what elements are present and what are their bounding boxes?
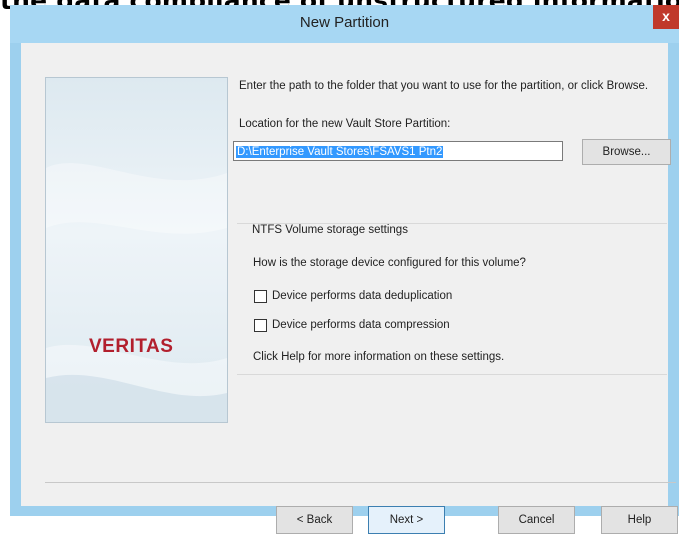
window-title: New Partition [299,14,390,31]
compression-checkbox[interactable] [254,318,267,332]
veritas-logo: VERITAS [89,336,174,357]
location-path-value: D:\Enterprise Vault Stores\FSAVS1 Ptn2 [236,146,444,158]
compression-label: Device performs data compression [272,319,450,331]
deduplication-checkbox[interactable] [254,289,267,303]
location-path-input[interactable]: D:\Enterprise Vault Stores\FSAVS1 Ptn2 [233,141,563,161]
storage-question: How is the storage device configured for… [253,257,526,269]
browse-button[interactable]: Browse... [582,139,671,165]
compression-option[interactable]: Device performs data compression [254,317,450,333]
close-button[interactable]: x [653,5,679,29]
help-note: Click Help for more information on these… [253,351,505,363]
location-label: Location for the new Vault Store Partiti… [239,118,451,130]
deduplication-option[interactable]: Device performs data deduplication [254,288,452,304]
intro-text: Enter the path to the folder that you wa… [239,80,649,92]
side-panel-graphic [46,163,227,422]
back-button[interactable]: < Back [276,506,353,534]
wizard-side-panel: VERITAS [45,77,228,423]
dialog-client-area: VERITAS Enter the path to the folder tha… [21,43,678,534]
next-button[interactable]: Next > [368,506,445,534]
deduplication-label: Device performs data deduplication [272,290,453,302]
new-partition-dialog: New Partition x VERITAS Enter the path t… [10,5,679,534]
title-bar[interactable]: New Partition x [10,5,679,43]
ntfs-group-title: NTFS Volume storage settings [252,224,408,236]
footer-divider [45,482,676,483]
cancel-button[interactable]: Cancel [498,506,575,534]
help-button[interactable]: Help [601,506,678,534]
